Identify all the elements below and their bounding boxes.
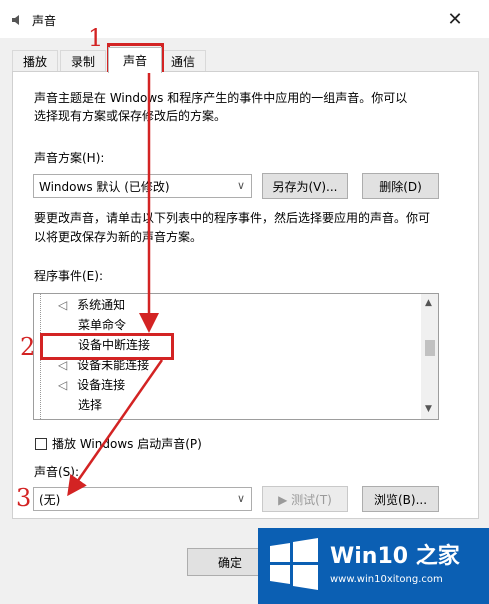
windows-logo-icon [270, 538, 318, 590]
tab-sounds[interactable]: 声音 [108, 47, 162, 73]
annotation-arrows [67, 72, 164, 497]
watermark-brand: Win10 之家 [330, 544, 460, 569]
watermark-url: www.win10xitong.com [330, 574, 443, 585]
watermark-logo: Win10 之家 www.win10xitong.com [258, 528, 489, 604]
